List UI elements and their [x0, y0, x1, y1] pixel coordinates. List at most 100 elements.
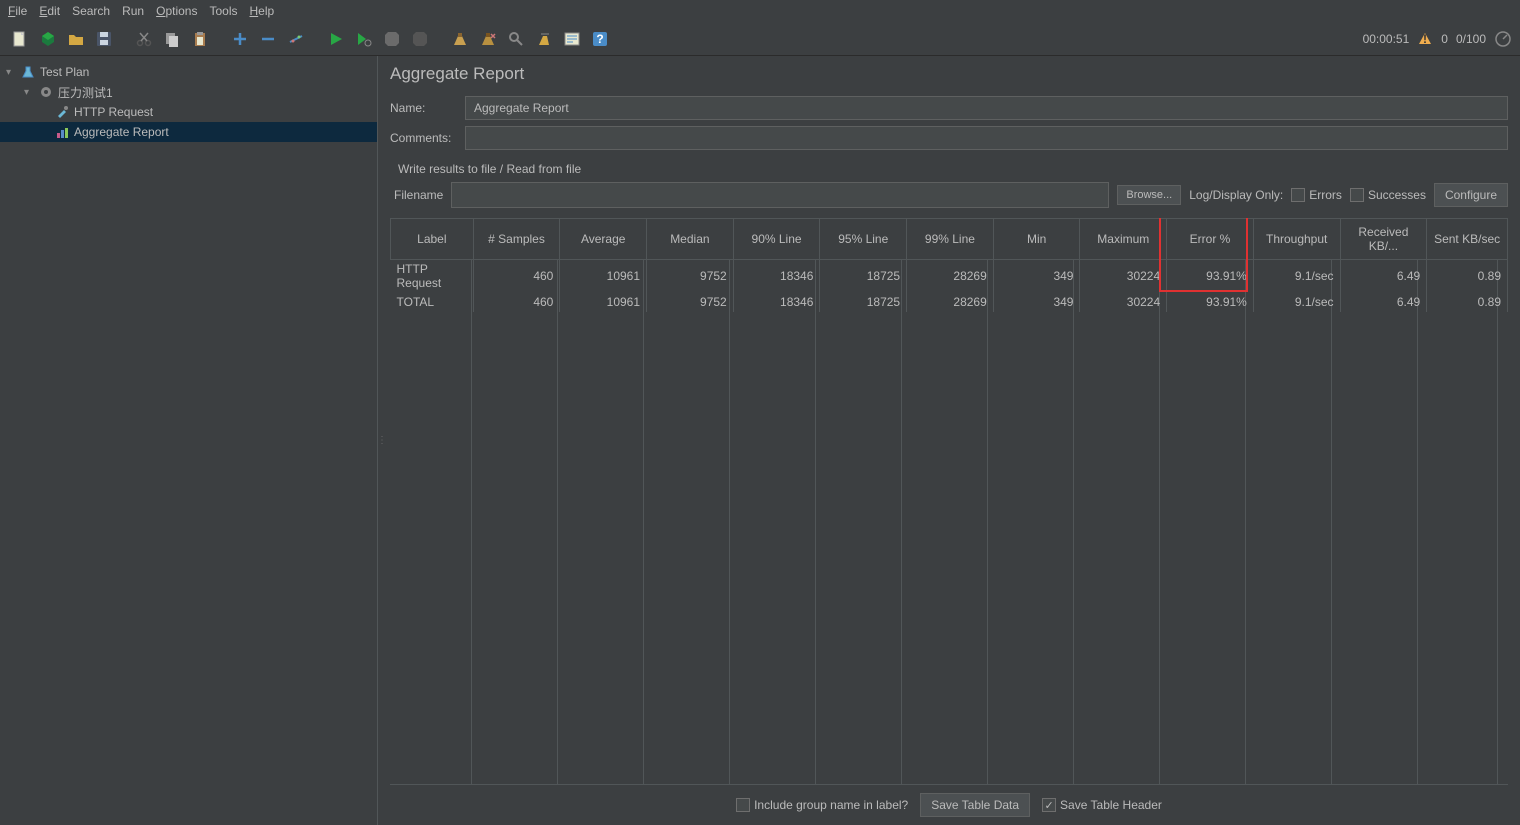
- warning-icon[interactable]: !: [1417, 31, 1433, 47]
- reset-search-icon[interactable]: [532, 27, 556, 51]
- tree-label: 压力测试1: [58, 84, 113, 101]
- table-cell: 30224: [1080, 292, 1167, 312]
- table-header[interactable]: Min: [993, 219, 1080, 260]
- tree-test-plan[interactable]: ▾ Test Plan: [0, 62, 377, 82]
- results-table: Label# SamplesAverageMedian90% Line95% L…: [390, 218, 1508, 784]
- table-cell: 9752: [647, 260, 734, 293]
- table-header[interactable]: Throughput: [1253, 219, 1340, 260]
- table-cell: 0.89: [1427, 292, 1508, 312]
- table-cell: 93.91%: [1167, 292, 1254, 312]
- clear-all-icon[interactable]: [476, 27, 500, 51]
- open-icon[interactable]: [64, 27, 88, 51]
- shutdown-icon[interactable]: [408, 27, 432, 51]
- browse-button[interactable]: Browse...: [1117, 185, 1181, 205]
- table-cell: 9.1/sec: [1253, 260, 1340, 293]
- save-table-header-label: Save Table Header: [1060, 798, 1162, 812]
- table-header[interactable]: 99% Line: [907, 219, 994, 260]
- menubar: File Edit Search Run Options Tools Help: [0, 0, 1520, 22]
- errors-label: Errors: [1309, 188, 1342, 202]
- filename-input[interactable]: [451, 182, 1109, 208]
- clear-icon[interactable]: [448, 27, 472, 51]
- table-cell: 10961: [560, 260, 647, 293]
- table-header[interactable]: Maximum: [1080, 219, 1167, 260]
- menu-file[interactable]: File: [8, 4, 27, 18]
- table-header[interactable]: Label: [391, 219, 474, 260]
- tree-thread-group[interactable]: ▾ 压力测试1: [0, 82, 377, 102]
- table-header[interactable]: Received KB/...: [1340, 219, 1427, 260]
- include-group-checkbox[interactable]: [736, 798, 750, 812]
- tree-http-request[interactable]: HTTP Request: [0, 102, 377, 122]
- toggle-icon[interactable]: [284, 27, 308, 51]
- remove-icon[interactable]: [256, 27, 280, 51]
- table-cell: 9752: [647, 292, 734, 312]
- new-file-icon[interactable]: [8, 27, 32, 51]
- successes-label: Successes: [1368, 188, 1426, 202]
- write-results-label: Write results to file / Read from file: [398, 162, 1508, 176]
- table-header[interactable]: # Samples: [473, 219, 560, 260]
- expand-arrow-icon[interactable]: ▾: [6, 67, 16, 78]
- table-cell: 28269: [907, 292, 994, 312]
- expand-arrow-icon[interactable]: ▾: [24, 87, 34, 98]
- configure-button[interactable]: Configure: [1434, 183, 1508, 207]
- table-cell: 460: [473, 292, 560, 312]
- menu-search[interactable]: Search: [72, 4, 110, 18]
- panel-title: Aggregate Report: [390, 64, 1508, 84]
- table-cell: 30224: [1080, 260, 1167, 293]
- table-cell: 9.1/sec: [1253, 292, 1340, 312]
- table-header[interactable]: Median: [647, 219, 734, 260]
- warning-count: 0: [1441, 32, 1448, 46]
- splitter[interactable]: ⋮: [378, 56, 386, 825]
- table-cell: TOTAL: [391, 292, 474, 312]
- table-row[interactable]: HTTP Request4601096197521834618725282693…: [391, 260, 1508, 293]
- errors-checkbox[interactable]: [1291, 188, 1305, 202]
- table-header[interactable]: 95% Line: [820, 219, 907, 260]
- start-icon[interactable]: [324, 27, 348, 51]
- table-cell: 6.49: [1340, 292, 1427, 312]
- table-cell: 18725: [820, 292, 907, 312]
- table-row[interactable]: TOTAL46010961975218346187252826934930224…: [391, 292, 1508, 312]
- table-cell: 349: [993, 292, 1080, 312]
- cut-icon[interactable]: [132, 27, 156, 51]
- function-helper-icon[interactable]: [560, 27, 584, 51]
- include-group-label: Include group name in label?: [754, 798, 908, 812]
- thread-count: 0/100: [1456, 32, 1486, 46]
- help-icon[interactable]: ?: [588, 27, 612, 51]
- name-label: Name:: [390, 101, 455, 115]
- menu-run[interactable]: Run: [122, 4, 144, 18]
- table-header[interactable]: Average: [560, 219, 647, 260]
- menu-help[interactable]: Help: [250, 4, 275, 18]
- start-noTimers-icon[interactable]: [352, 27, 376, 51]
- stop-icon[interactable]: [380, 27, 404, 51]
- menu-edit[interactable]: Edit: [39, 4, 60, 18]
- gauge-icon[interactable]: [1494, 30, 1512, 48]
- table-cell: 18346: [733, 292, 820, 312]
- table-header[interactable]: Error %: [1167, 219, 1254, 260]
- name-input[interactable]: [465, 96, 1508, 120]
- comments-label: Comments:: [390, 131, 455, 145]
- table-header[interactable]: 90% Line: [733, 219, 820, 260]
- content-panel: Aggregate Report Name: Comments: Write r…: [386, 56, 1520, 825]
- comments-input[interactable]: [465, 126, 1508, 150]
- menu-options[interactable]: Options: [156, 4, 197, 18]
- table-cell: 28269: [907, 260, 994, 293]
- search-tree-icon[interactable]: [504, 27, 528, 51]
- add-icon[interactable]: [228, 27, 252, 51]
- successes-checkbox[interactable]: [1350, 188, 1364, 202]
- footer-bar: Include group name in label? Save Table …: [390, 784, 1508, 825]
- menu-tools[interactable]: Tools: [209, 4, 237, 18]
- save-table-header-checkbox[interactable]: [1042, 798, 1056, 812]
- table-header[interactable]: Sent KB/sec: [1427, 219, 1508, 260]
- table-cell: 0.89: [1427, 260, 1508, 293]
- table-cell: 18725: [820, 260, 907, 293]
- svg-text:!: !: [1423, 32, 1427, 46]
- save-icon[interactable]: [92, 27, 116, 51]
- svg-text:?: ?: [596, 32, 603, 46]
- copy-icon[interactable]: [160, 27, 184, 51]
- table-cell: 6.49: [1340, 260, 1427, 293]
- save-table-data-button[interactable]: Save Table Data: [920, 793, 1030, 817]
- table-cell: 460: [473, 260, 560, 293]
- table-cell: 10961: [560, 292, 647, 312]
- paste-icon[interactable]: [188, 27, 212, 51]
- templates-icon[interactable]: [36, 27, 60, 51]
- tree-aggregate-report[interactable]: Aggregate Report: [0, 122, 377, 142]
